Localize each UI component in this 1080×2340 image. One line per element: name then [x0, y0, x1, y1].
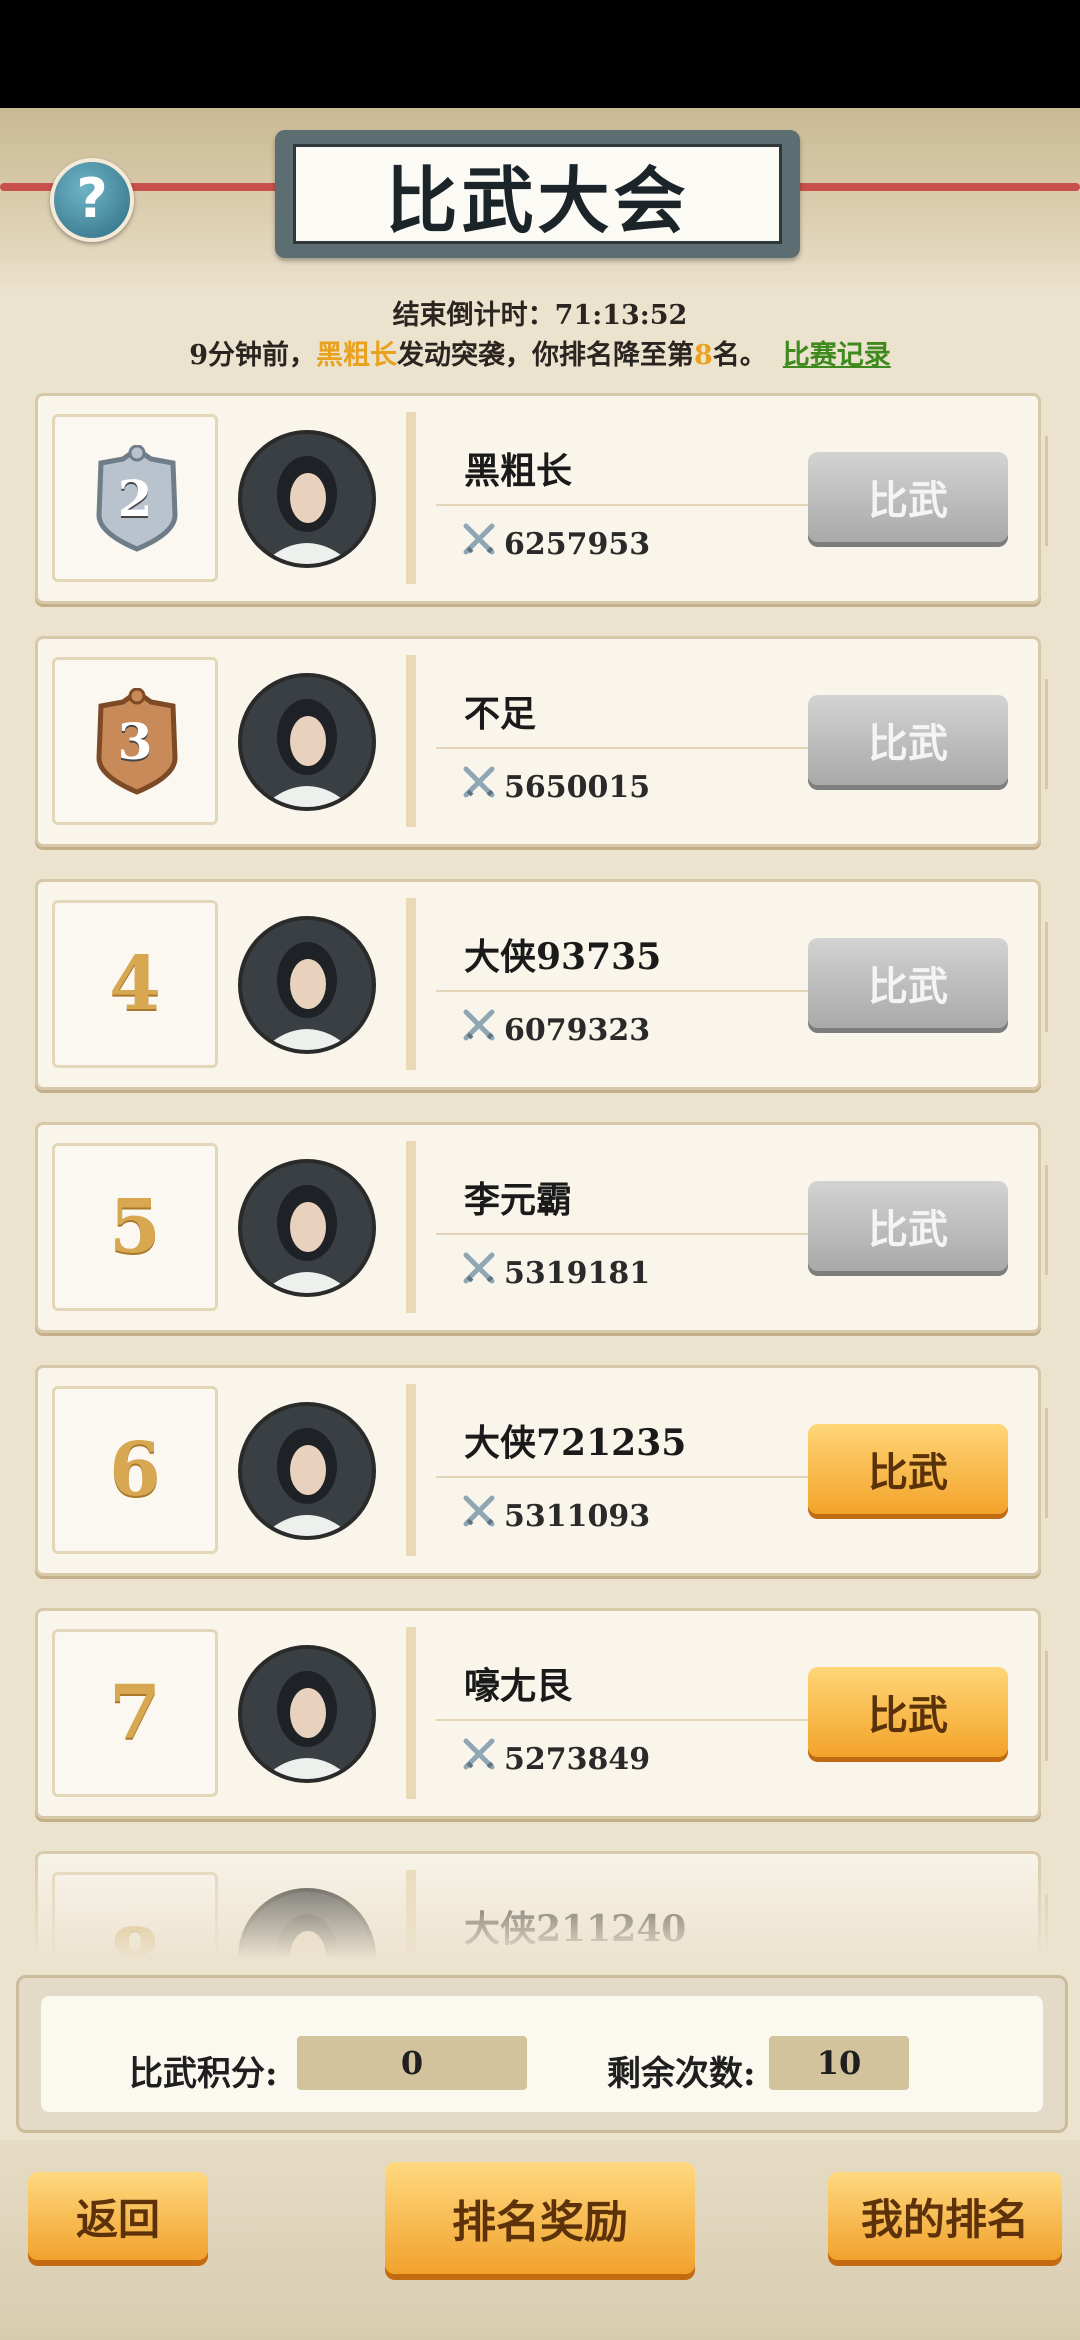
rank-row: 5 李元霸 5319181 比武: [35, 1122, 1048, 1333]
news-mid: 发动突袭，你排名降至第: [397, 340, 694, 371]
remaining-label: 剩余次数:: [607, 2054, 756, 2094]
rope-right: [790, 183, 1080, 191]
player-avatar[interactable]: [238, 1645, 376, 1783]
rank-number: 7: [109, 1670, 161, 1756]
my-rank-button[interactable]: 我的排名: [828, 2172, 1062, 2260]
combat-power: 6079323: [462, 1008, 650, 1052]
rank-number: 6: [109, 1427, 161, 1513]
player-name: 不足: [464, 693, 537, 735]
challenge-button[interactable]: 比武: [808, 1667, 1008, 1757]
rank-rewards-button[interactable]: 排名奖励: [385, 2162, 695, 2274]
status-bar: [0, 0, 1080, 108]
rank-box: 5: [52, 1143, 218, 1311]
crossed-swords-icon: [462, 1251, 504, 1295]
news-prefix: 9分钟前，: [189, 340, 316, 371]
crossed-swords-icon: [462, 1737, 504, 1781]
player-avatar[interactable]: [238, 916, 376, 1054]
challenge-button[interactable]: 比武: [808, 452, 1008, 542]
rank-number: 4: [109, 941, 161, 1027]
challenge-button[interactable]: 比武: [808, 938, 1008, 1028]
title-plaque: 比武大会: [275, 130, 800, 258]
rank-box: 6: [52, 1386, 218, 1554]
rank-number: 5: [109, 1184, 161, 1270]
rank-box: 3: [52, 657, 218, 825]
rank-number: 2: [117, 468, 153, 528]
crossed-swords-icon: [462, 1494, 504, 1538]
page-title: 比武大会: [293, 144, 782, 244]
player-name: 嚎尢艮: [464, 1665, 573, 1707]
back-button[interactable]: 返回: [28, 2172, 208, 2260]
crossed-swords-icon: [462, 522, 504, 566]
player-avatar[interactable]: [238, 1159, 376, 1297]
combat-power-value: 6257953: [504, 526, 651, 562]
player-avatar[interactable]: [238, 673, 376, 811]
combat-power-value: 5311093: [504, 1498, 651, 1534]
combat-power-value: 5650015: [504, 769, 651, 805]
list-fade: [0, 1840, 1080, 1980]
my-rank-number: 8: [694, 340, 713, 371]
combat-power-value: 6079323: [504, 1012, 651, 1048]
score-value: 0: [297, 2036, 527, 2090]
countdown-text: 结束倒计时：71:13:52: [392, 300, 688, 331]
rank-row: 6 大侠721235 5311093 比武: [35, 1365, 1048, 1576]
crossed-swords-icon: [462, 765, 504, 809]
combat-power: 5319181: [462, 1251, 650, 1295]
combat-power: 5311093: [462, 1494, 650, 1538]
rank-box: 2: [52, 414, 218, 582]
crossed-swords-icon: [462, 1008, 504, 1052]
rank-row: 2 黑粗长 6257953 比武: [35, 393, 1048, 604]
rank-box: 7: [52, 1629, 218, 1797]
news-suffix: 名。: [712, 340, 767, 371]
combat-power: 5650015: [462, 765, 650, 809]
remaining-value: 10: [769, 2036, 909, 2090]
help-button[interactable]: ?: [50, 158, 134, 242]
challenge-button[interactable]: 比武: [808, 695, 1008, 785]
rank-row: 7 嚎尢艮 5273849 比武: [35, 1608, 1048, 1819]
player-avatar[interactable]: [238, 430, 376, 568]
rank-number: 3: [117, 711, 153, 771]
news-line: 9分钟前，黑粗长发动突袭，你排名降至第8名。 比赛记录: [0, 333, 1080, 372]
combat-power-value: 5319181: [504, 1255, 651, 1291]
score-label: 比武积分:: [129, 2054, 278, 2094]
player-name: 李元霸: [464, 1179, 573, 1221]
attacker-name[interactable]: 黑粗长: [316, 340, 397, 371]
rope-left: [0, 183, 290, 191]
challenge-button[interactable]: 比武: [808, 1424, 1008, 1514]
player-name: 大侠721235: [464, 1422, 687, 1464]
player-avatar[interactable]: [238, 1402, 376, 1540]
player-name: 大侠93735: [464, 936, 662, 978]
combat-power: 5273849: [462, 1737, 650, 1781]
challenge-button[interactable]: 比武: [808, 1181, 1008, 1271]
combat-power: 6257953: [462, 522, 650, 566]
combat-power-value: 5273849: [504, 1741, 651, 1777]
match-record-link[interactable]: 比赛记录: [783, 340, 891, 371]
rank-box: 4: [52, 900, 218, 1068]
score-panel: 比武积分: 0 剩余次数: 10: [16, 1975, 1068, 2133]
rank-row: 4 大侠93735 6079323 比武: [35, 879, 1048, 1090]
player-name: 黑粗长: [464, 450, 573, 492]
rank-row: 3 不足 5650015 比武: [35, 636, 1048, 847]
help-icon: ?: [76, 167, 108, 230]
